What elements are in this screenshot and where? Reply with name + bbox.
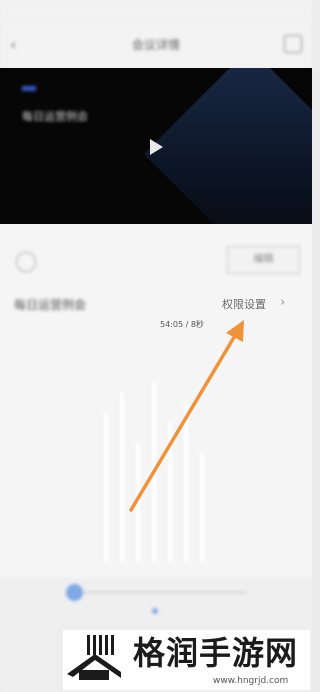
chevron-right-icon[interactable]: ›: [280, 295, 285, 310]
edit-button[interactable]: 编辑: [227, 246, 300, 274]
site-watermark: 格润手游网 www.hngrjd.com: [63, 630, 310, 690]
progress-track[interactable]: [66, 591, 246, 594]
more-menu-icon[interactable]: [284, 35, 302, 53]
meeting-duration: 54:05 / 8秒: [160, 320, 204, 329]
progress-knob[interactable]: [66, 584, 83, 601]
video-brand-mark: [22, 86, 36, 91]
playback-bar: [0, 578, 312, 618]
audio-icon[interactable]: [16, 252, 36, 272]
video-title: 每日运营例会: [22, 110, 88, 123]
video-background-shape: [143, 68, 312, 224]
page-title: 会议详情: [131, 38, 180, 52]
page-indicator: [152, 608, 158, 614]
watermark-url: www.hngrjd.com: [213, 676, 289, 686]
status-bar: [0, 0, 312, 22]
meeting-content: 编辑 每日运营例会 54:05 / 8秒 权限设置 ›: [0, 224, 312, 580]
meeting-title: 每日运营例会: [14, 298, 87, 312]
permission-settings-link[interactable]: 权限设置: [222, 296, 266, 312]
house-logo-icon: [67, 635, 121, 680]
watermark-brand: 格润手游网: [133, 634, 299, 672]
play-icon[interactable]: [150, 139, 163, 155]
transcript-placeholder-graphic: [96, 372, 216, 562]
app-header: ‹ 会议详情: [0, 22, 312, 68]
video-player[interactable]: 每日运营例会: [0, 68, 312, 224]
